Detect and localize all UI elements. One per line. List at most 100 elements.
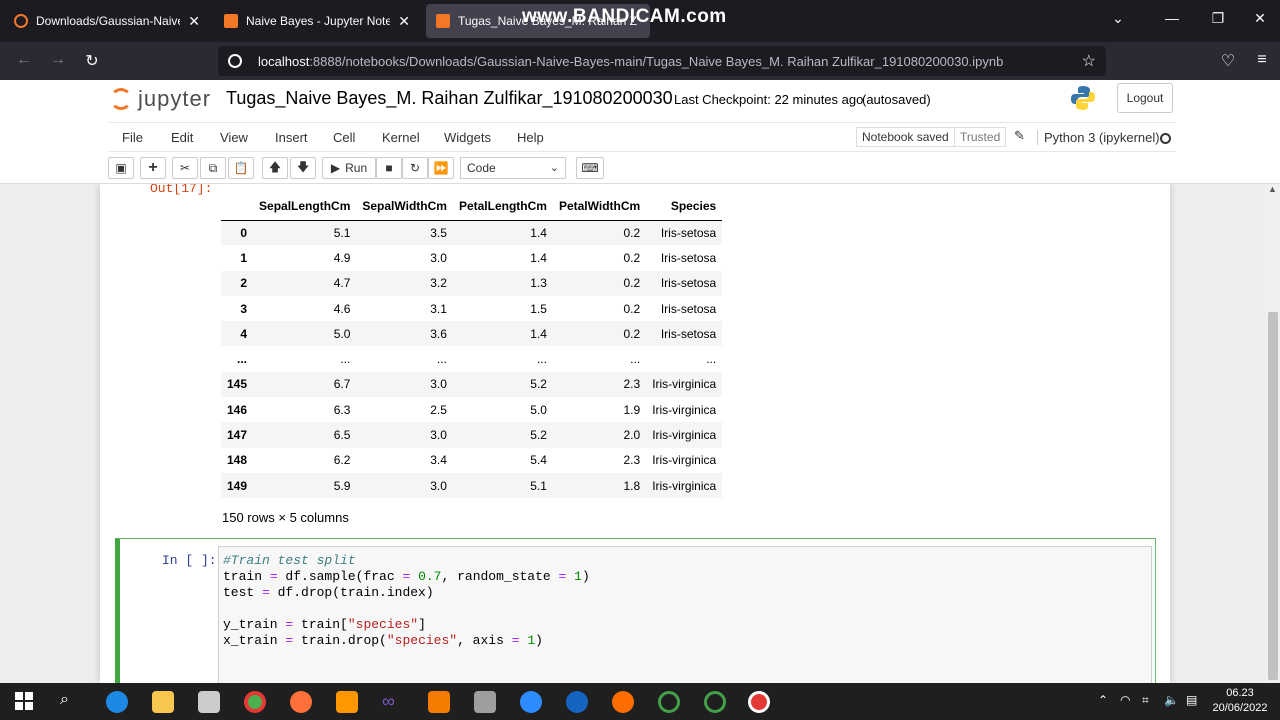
- table-cell: 5.1: [333, 225, 351, 240]
- browser-tab-downloads[interactable]: Downloads/Gaussian-Naive-Ba ✕: [4, 4, 210, 38]
- notebook-title[interactable]: Tugas_Naive Bayes_M. Raihan Zulfikar_191…: [226, 88, 673, 109]
- restart-button[interactable]: ↻: [402, 157, 428, 179]
- trusted-indicator[interactable]: Trusted: [954, 127, 1007, 147]
- command-palette-button[interactable]: ⌨: [576, 157, 604, 179]
- scroll-up-icon[interactable]: ▲: [1268, 184, 1277, 194]
- table-cell: Iris-setosa: [660, 225, 717, 240]
- blender-icon[interactable]: [612, 691, 634, 713]
- chrome-icon[interactable]: [244, 691, 266, 713]
- notebook-favicon-icon: [436, 14, 450, 28]
- stop-icon: ■: [385, 161, 393, 175]
- pencil-icon[interactable]: ✎: [1014, 128, 1025, 144]
- table-cell: 3.4: [430, 453, 447, 468]
- bookmark-star-icon[interactable]: ☆: [1082, 51, 1096, 71]
- restart-run-all-button[interactable]: ⏩: [428, 157, 454, 179]
- search-icon[interactable]: ⌕: [60, 691, 82, 713]
- logout-button[interactable]: Logout: [1117, 83, 1173, 113]
- taskbar-clock[interactable]: 06.23 20/06/2022: [1210, 686, 1270, 716]
- loading-app-icon[interactable]: [704, 691, 726, 713]
- cell-type-select[interactable]: Code ⌄: [460, 157, 566, 179]
- minimize-icon[interactable]: —: [1162, 10, 1182, 26]
- app-icon[interactable]: [566, 691, 588, 713]
- infinity-icon[interactable]: ∞: [382, 691, 404, 713]
- cut-button[interactable]: ✂: [172, 157, 198, 179]
- chevron-down-icon[interactable]: ⌄: [1108, 10, 1128, 27]
- menu-view[interactable]: View: [220, 130, 248, 145]
- scrollbar-thumb[interactable]: [1268, 312, 1278, 680]
- menu-help[interactable]: Help: [517, 130, 544, 145]
- table-header: SepalLengthCm: [253, 192, 357, 221]
- table-cell: Iris-virginica: [652, 428, 717, 443]
- row-index: 146: [227, 402, 248, 417]
- shield-icon[interactable]: [228, 54, 242, 68]
- chevron-up-icon[interactable]: ⌃: [1098, 693, 1108, 707]
- wifi-icon[interactable]: ◠: [1120, 693, 1130, 707]
- kernel-name[interactable]: Python 3 (ipykernel): [1037, 130, 1160, 145]
- jupyter-logo[interactable]: jupyter: [110, 86, 211, 112]
- file-explorer-icon[interactable]: [152, 691, 174, 713]
- run-button[interactable]: ▶ Run: [322, 157, 376, 179]
- table-cell: Iris-virginica: [652, 377, 717, 392]
- table-cell: 0.2: [623, 225, 641, 240]
- url-bar[interactable]: localhost:8888/notebooks/Downloads/Gauss…: [218, 46, 1106, 76]
- close-icon[interactable]: ✕: [398, 13, 410, 30]
- reload-icon[interactable]: ↻: [82, 51, 102, 71]
- scissors-icon: ✂: [179, 161, 191, 175]
- table-cell: 2.3: [623, 453, 641, 468]
- loading-app-icon[interactable]: [658, 691, 680, 713]
- save-button[interactable]: ▣: [108, 157, 134, 179]
- table-cell: ...: [536, 352, 547, 367]
- menu-insert[interactable]: Insert: [275, 130, 308, 145]
- network-icon[interactable]: ⌗: [1142, 693, 1149, 708]
- move-up-button[interactable]: 🡅: [262, 157, 288, 179]
- table-cell: 0.2: [623, 250, 641, 265]
- calculator-icon[interactable]: [474, 691, 496, 713]
- copy-button[interactable]: ⧉: [200, 157, 226, 179]
- copy-icon: ⧉: [208, 160, 218, 175]
- table-cell: 5.2: [530, 428, 547, 443]
- forward-arrow-icon[interactable]: →: [48, 51, 68, 69]
- table-row: 0 5.1 3.5 1.4 0.2 Iris-setosa: [221, 220, 723, 246]
- back-arrow-icon[interactable]: ←: [14, 51, 34, 69]
- chevron-down-icon: ⌄: [549, 162, 559, 174]
- edge-icon[interactable]: [106, 691, 128, 713]
- pocket-icon[interactable]: ♡: [1218, 51, 1238, 71]
- bandicam-watermark: www.BANDICAM.com: [522, 6, 727, 27]
- row-index: 4: [240, 326, 248, 341]
- table-cell: 1.4: [530, 326, 547, 341]
- menu-kernel[interactable]: Kernel: [382, 130, 420, 145]
- menu-cell[interactable]: Cell: [333, 130, 355, 145]
- menu-edit[interactable]: Edit: [171, 130, 193, 145]
- table-cell: 3.6: [430, 326, 447, 341]
- browser-tab-naive-bayes[interactable]: Naive Bayes - Jupyter Notebook ✕: [214, 4, 420, 38]
- menu-widgets[interactable]: Widgets: [444, 130, 491, 145]
- insert-cell-button[interactable]: +: [140, 157, 166, 179]
- code-editor[interactable]: #Train test split train = df.sample(frac …: [218, 546, 1152, 683]
- table-cell: 2.0: [623, 428, 641, 443]
- sublime-text-icon[interactable]: [336, 691, 358, 713]
- code-cell[interactable]: In [ ]: #Train test split train = df.samp…: [115, 538, 1156, 683]
- xampp-icon[interactable]: [428, 691, 450, 713]
- paste-button[interactable]: 📋: [228, 157, 254, 179]
- url-text[interactable]: localhost:8888/notebooks/Downloads/Gauss…: [258, 54, 1003, 69]
- menu-file[interactable]: File: [122, 130, 143, 145]
- windows-start-icon[interactable]: [14, 691, 36, 713]
- firefox-icon[interactable]: [290, 691, 312, 713]
- speaker-icon[interactable]: 🔈: [1164, 693, 1179, 707]
- store-icon[interactable]: [198, 691, 220, 713]
- window-close-icon[interactable]: ✕: [1250, 10, 1270, 27]
- table-cell: 6.5: [333, 428, 351, 443]
- maximize-icon[interactable]: ❐: [1208, 10, 1228, 27]
- table-cell: 5.9: [333, 478, 351, 493]
- hamburger-menu-icon[interactable]: ≡: [1252, 51, 1272, 69]
- notification-icon[interactable]: ▤: [1186, 693, 1197, 707]
- bandicam-record-icon[interactable]: [748, 691, 770, 713]
- close-icon[interactable]: ✕: [188, 13, 200, 30]
- move-down-button[interactable]: 🡇: [290, 157, 316, 179]
- interrupt-button[interactable]: ■: [376, 157, 402, 179]
- zoom-icon[interactable]: [520, 691, 542, 713]
- table-cell: 6.3: [333, 402, 351, 417]
- code-line: y_train = train["species"]: [223, 617, 426, 632]
- table-row: 4 5.0 3.6 1.4 0.2 Iris-setosa: [221, 321, 723, 347]
